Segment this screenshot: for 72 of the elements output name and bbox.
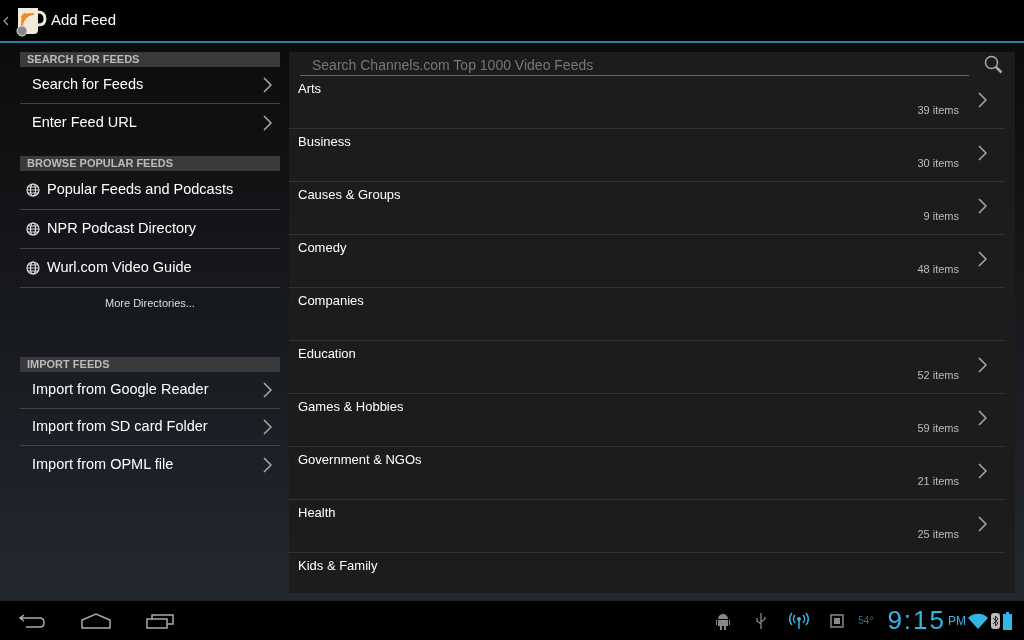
category-name: Health bbox=[298, 504, 337, 522]
search-icon[interactable] bbox=[984, 54, 1003, 74]
chevron-icon bbox=[263, 77, 272, 93]
chevron-icon bbox=[263, 419, 272, 435]
chevron-icon bbox=[977, 198, 987, 214]
category-name: Arts bbox=[298, 80, 323, 98]
category-name: Comedy bbox=[298, 239, 348, 257]
chevron-icon bbox=[263, 114, 272, 131]
category-name: Business bbox=[298, 133, 352, 151]
sidebar-item[interactable]: Wurl.com Video Guide bbox=[20, 249, 280, 288]
item-count: 21 items bbox=[917, 473, 959, 489]
sidebar-item[interactable]: Import from SD card Folder bbox=[20, 409, 280, 446]
chevron-icon bbox=[977, 516, 987, 532]
android-icon[interactable] bbox=[716, 611, 731, 630]
globe-icon bbox=[26, 222, 40, 236]
category-row[interactable]: Business 30 items bbox=[289, 129, 1005, 182]
bluetooth-icon[interactable] bbox=[991, 612, 1000, 629]
sidebar-item[interactable]: Popular Feeds and Podcasts bbox=[20, 171, 280, 210]
category-row[interactable]: Games & Hobbies 59 items bbox=[289, 394, 1005, 447]
item-count: 9 items bbox=[923, 208, 959, 224]
section-header: BROWSE POPULAR FEEDS bbox=[20, 156, 280, 171]
more-directories-link[interactable]: More Directories... bbox=[20, 288, 280, 318]
sidebar-item[interactable]: NPR Podcast Directory bbox=[20, 210, 280, 249]
globe-icon bbox=[26, 183, 40, 197]
chevron-icon bbox=[263, 456, 272, 473]
clock-time: 9:15 bbox=[887, 604, 946, 637]
recent-apps-icon[interactable] bbox=[146, 612, 174, 629]
category-name: Kids & Family bbox=[298, 557, 379, 575]
screenshot-icon[interactable] bbox=[829, 612, 846, 629]
category-row[interactable]: Arts 39 items bbox=[289, 76, 1005, 129]
search-field[interactable]: Search Channels.com Top 1000 Video Feeds bbox=[300, 52, 969, 76]
category-row[interactable]: Companies bbox=[289, 288, 1005, 341]
temperature: 54° bbox=[858, 614, 874, 628]
section-header: IMPORT FEEDS bbox=[20, 357, 280, 372]
globe-icon bbox=[26, 261, 40, 275]
home-icon[interactable] bbox=[80, 612, 112, 629]
category-name: Companies bbox=[298, 292, 365, 310]
category-row[interactable]: Education 52 items bbox=[289, 341, 1005, 394]
battery-icon[interactable] bbox=[1003, 611, 1012, 630]
usb-icon[interactable] bbox=[755, 611, 768, 630]
back-caret-icon[interactable] bbox=[3, 15, 9, 26]
category-name: Government & NGOs bbox=[298, 451, 423, 469]
item-count: 25 items bbox=[917, 526, 959, 542]
sidebar-item[interactable]: Search for Feeds bbox=[20, 67, 280, 104]
sidebar-item[interactable]: Enter Feed URL bbox=[20, 104, 280, 141]
item-count: 59 items bbox=[917, 420, 959, 436]
chevron-icon bbox=[977, 251, 987, 267]
item-count: 39 items bbox=[917, 102, 959, 118]
back-icon[interactable] bbox=[18, 612, 46, 629]
item-count: 30 items bbox=[917, 155, 959, 171]
section-header: SEARCH FOR FEEDS bbox=[20, 52, 280, 67]
wireless-signal-icon[interactable] bbox=[789, 611, 810, 630]
chevron-icon bbox=[977, 92, 987, 108]
wifi-icon[interactable] bbox=[968, 612, 988, 629]
chevron-icon bbox=[977, 145, 987, 161]
category-name: Games & Hobbies bbox=[298, 398, 405, 416]
chevron-icon bbox=[977, 357, 987, 373]
category-name: Causes & Groups bbox=[298, 186, 402, 204]
category-row[interactable]: Health 25 items bbox=[289, 500, 1005, 553]
chevron-icon bbox=[263, 382, 272, 398]
item-count: 48 items bbox=[917, 261, 959, 277]
item-count: 52 items bbox=[917, 367, 959, 383]
sidebar-item[interactable]: Import from OPML file bbox=[20, 446, 280, 483]
chevron-icon bbox=[977, 463, 987, 479]
clock-period: PM bbox=[948, 613, 966, 630]
category-name: Education bbox=[298, 345, 357, 363]
category-row[interactable]: Comedy 48 items bbox=[289, 235, 1005, 288]
category-row[interactable]: Government & NGOs 21 items bbox=[289, 447, 1005, 500]
category-row[interactable]: Causes & Groups 9 items bbox=[289, 182, 1005, 235]
sidebar-item[interactable]: Import from Google Reader bbox=[20, 372, 280, 409]
screen-title: Add Feed bbox=[51, 10, 117, 31]
chevron-icon bbox=[977, 410, 987, 426]
